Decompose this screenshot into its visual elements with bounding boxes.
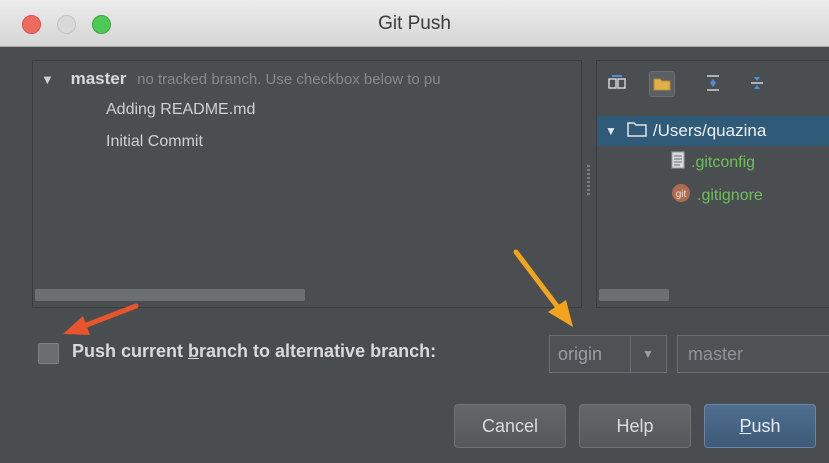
branch-node[interactable]: ▼ master no tracked branch. Use checkbox… <box>41 69 441 89</box>
alternative-branch-label[interactable]: Push current branch to alternative branc… <box>72 341 436 362</box>
changed-files-panel: ▼ /Users/quazina .gitconfig git .gitigno… <box>596 60 829 308</box>
title-bar: Git Push <box>0 0 829 47</box>
horizontal-scrollbar[interactable] <box>599 289 669 301</box>
root-folder-path: /Users/quazina <box>652 121 767 140</box>
file-item[interactable]: git .gitignore <box>671 183 763 208</box>
group-by-directory-icon[interactable] <box>649 71 675 97</box>
remote-value: origin <box>558 343 603 364</box>
chevron-down-icon[interactable]: ▼ <box>631 347 665 361</box>
file-name: .gitconfig <box>691 153 756 171</box>
label-mnemonic: b <box>188 341 200 361</box>
commits-panel: ▼ master no tracked branch. Use checkbox… <box>32 60 582 308</box>
label-prefix: Push current <box>72 341 189 361</box>
svg-text:git: git <box>676 189 687 200</box>
label-rest: ranch to alternative branch: <box>199 341 437 361</box>
red-arrow-icon <box>63 303 139 335</box>
remote-select[interactable]: origin ▼ <box>549 335 667 373</box>
expand-triangle-icon[interactable]: ▼ <box>41 72 54 87</box>
branch-name: master <box>70 69 127 88</box>
file-name: .gitignore <box>697 186 763 204</box>
expand-triangle-icon[interactable]: ▼ <box>605 124 617 138</box>
push-mnemonic: P <box>739 415 752 436</box>
cancel-button[interactable]: Cancel <box>454 404 566 448</box>
push-button[interactable]: Push <box>704 404 816 448</box>
collapse-all-icon[interactable] <box>745 71 769 95</box>
file-item[interactable]: .gitconfig <box>671 151 755 174</box>
help-button[interactable]: Help <box>579 404 691 448</box>
expand-all-icon[interactable] <box>701 71 725 95</box>
text-file-icon <box>671 151 685 174</box>
window-title: Git Push <box>378 13 451 34</box>
root-folder-node[interactable]: ▼ /Users/quazina <box>597 116 829 146</box>
branch-hint: no tracked branch. Use checkbox below to… <box>137 71 441 88</box>
target-branch-input[interactable]: master <box>677 335 829 373</box>
horizontal-scrollbar[interactable] <box>35 289 305 301</box>
commit-item[interactable]: Adding README.md <box>106 101 255 119</box>
target-branch-value: master <box>688 343 744 364</box>
commit-item[interactable]: Initial Commit <box>106 133 203 151</box>
panel-splitter[interactable] <box>587 165 590 195</box>
git-file-icon: git <box>671 183 691 208</box>
alternative-branch-checkbox[interactable] <box>38 343 59 364</box>
git-push-dialog: Git Push ▼ master no tracked branch. Use… <box>0 0 829 463</box>
folder-icon <box>627 121 647 142</box>
diff-icon[interactable] <box>605 71 629 95</box>
push-rest: ush <box>751 415 781 436</box>
